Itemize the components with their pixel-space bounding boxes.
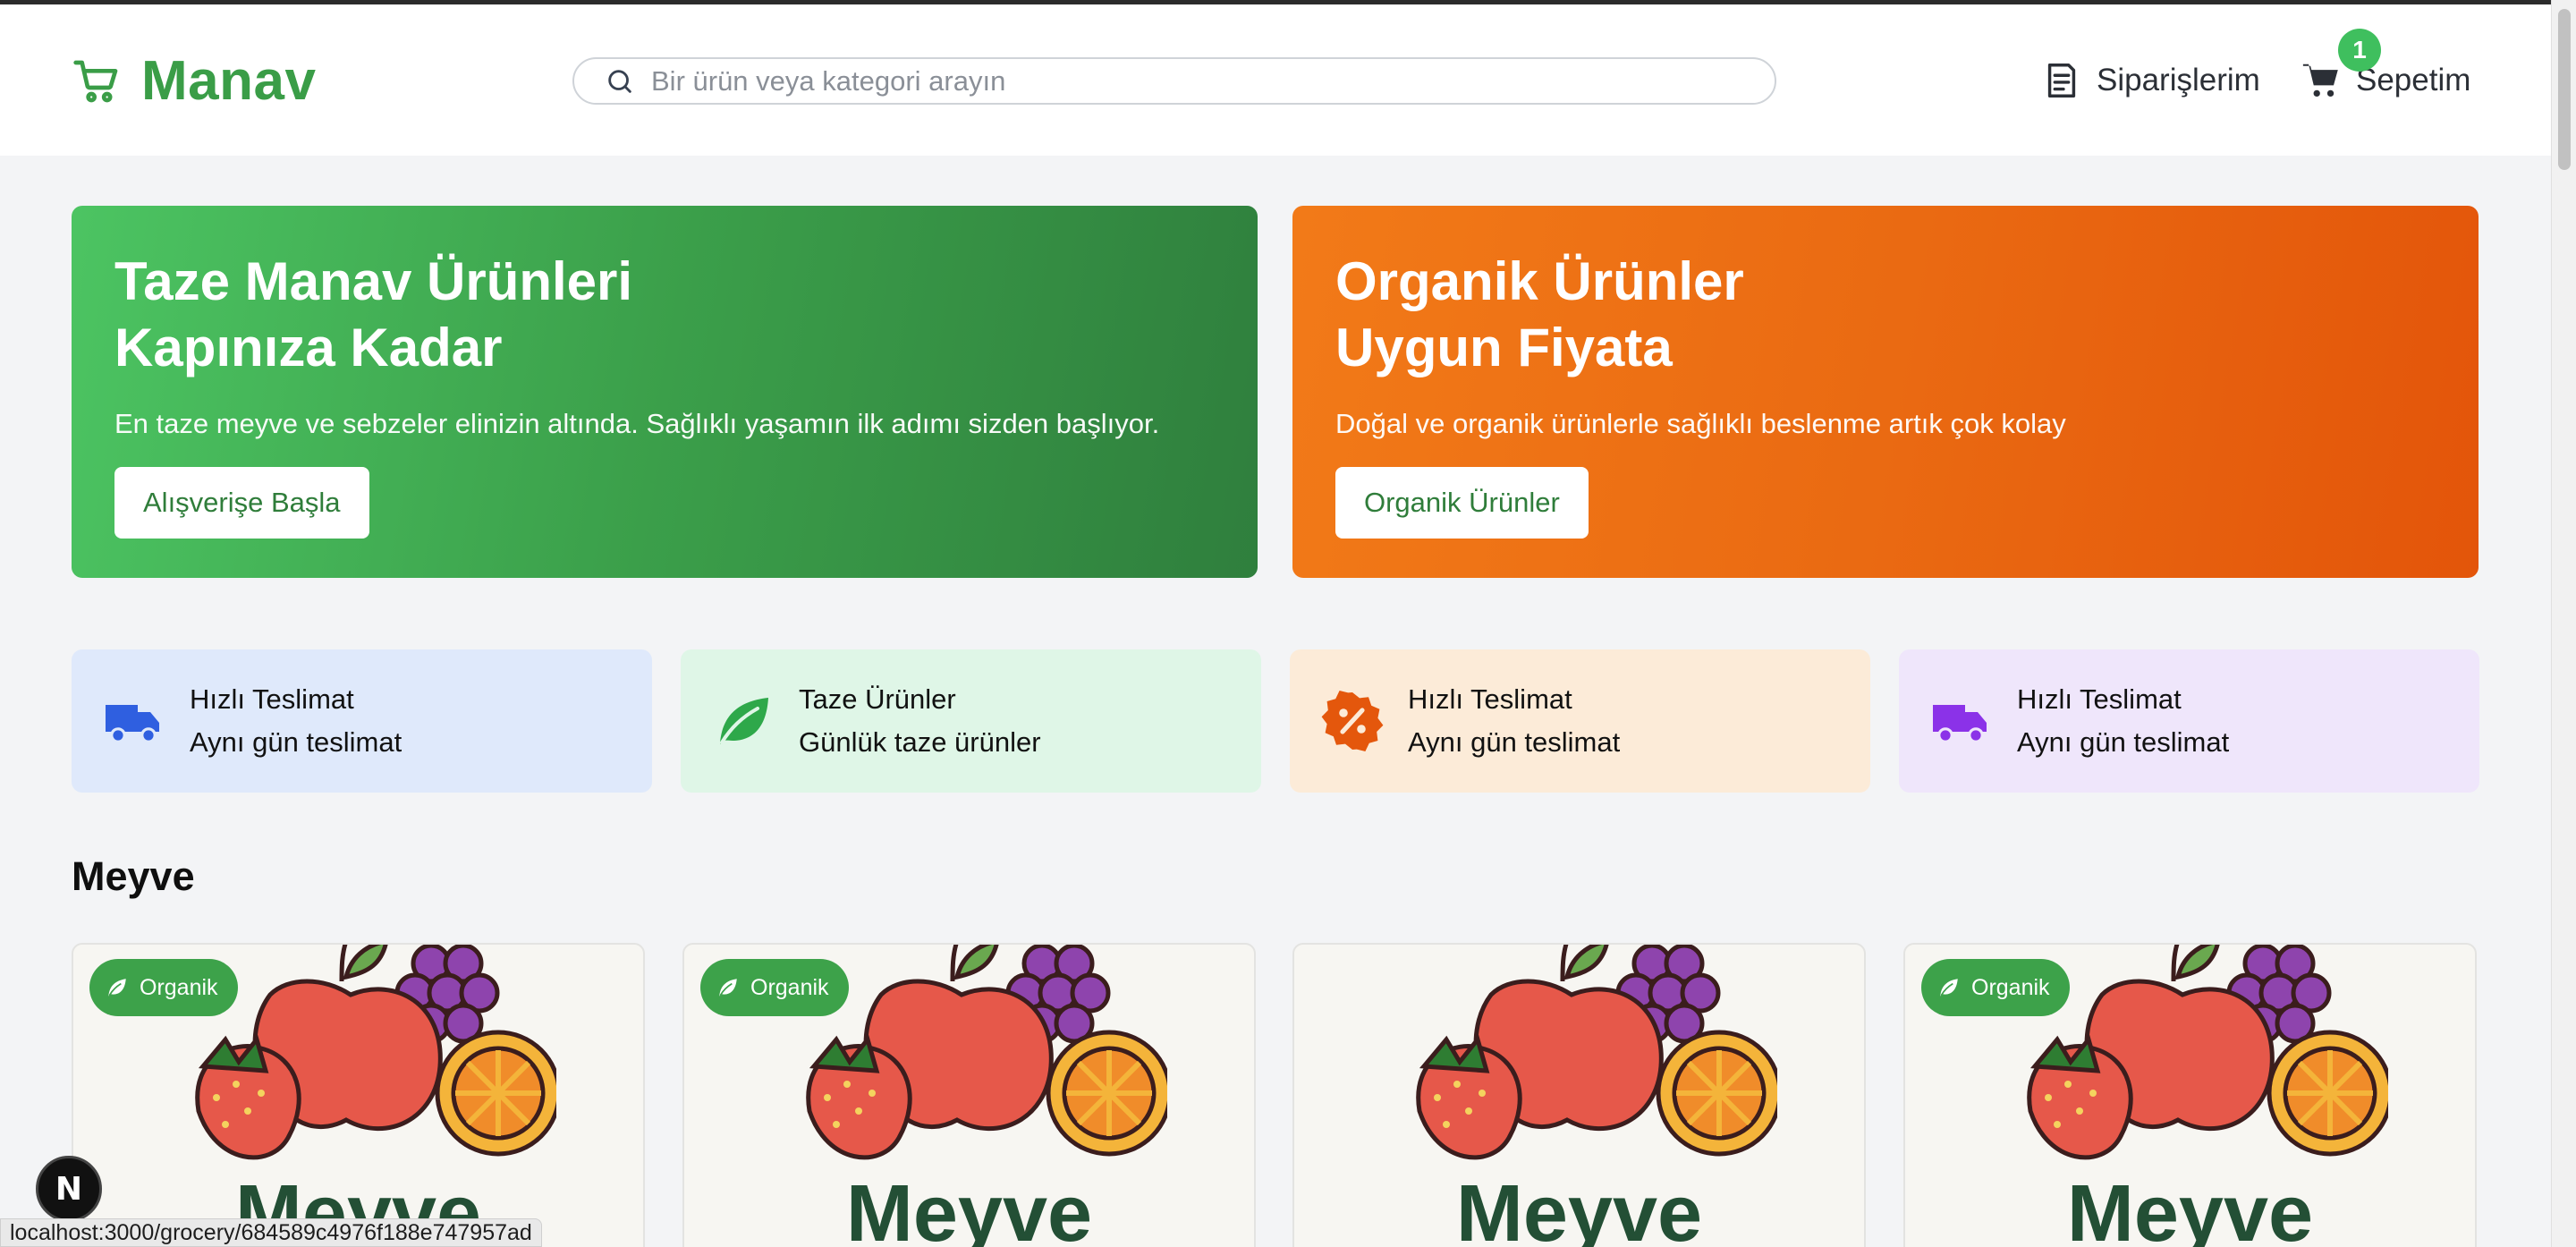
feature-subtitle: Aynı gün teslimat xyxy=(190,726,402,758)
product-category: Meyve xyxy=(1455,1169,1703,1247)
start-shopping-button[interactable]: Alışverişe Başla xyxy=(114,467,369,539)
product-card[interactable]: Organik Meyve xyxy=(72,943,645,1247)
feature-card-fresh-products: Taze Ürünler Günlük taze ürünler xyxy=(681,649,1261,793)
nextjs-devtools-button[interactable]: N xyxy=(36,1156,102,1222)
feature-title: Hızlı Teslimat xyxy=(190,683,354,715)
orders-label: Siparişlerim xyxy=(2097,63,2260,98)
cart-label: Sepetim xyxy=(2356,63,2471,98)
vertical-scrollbar[interactable] xyxy=(2551,0,2576,1247)
product-card[interactable]: Organik Meyve xyxy=(1903,943,2477,1247)
leaf-icon xyxy=(108,979,126,997)
feature-title: Hızlı Teslimat xyxy=(1408,683,1572,715)
product-category: Meyve xyxy=(2066,1169,2314,1247)
scrollbar-thumb[interactable] xyxy=(2558,9,2571,170)
organic-badge: Organik xyxy=(1921,959,2070,1016)
product-category: Meyve xyxy=(845,1169,1093,1247)
shopping-cart-icon xyxy=(72,56,122,106)
organic-badge-label: Organik xyxy=(140,974,218,1000)
hero-title-line2: Kapınıza Kadar xyxy=(114,318,503,377)
search-input[interactable] xyxy=(651,64,1724,98)
organic-badge-label: Organik xyxy=(750,974,829,1000)
truck-icon xyxy=(1929,689,1994,753)
section-title: Meyve xyxy=(72,853,195,899)
feature-title: Hızlı Teslimat xyxy=(2017,683,2182,715)
hero-title-line1: Organik Ürünler xyxy=(1335,251,1744,311)
truck-icon xyxy=(102,689,166,753)
hero-banner-organic: Organik Ürünler Uygun Fiyata Doğal ve or… xyxy=(1292,206,2479,578)
hero-description: Doğal ve organik ürünlerle sağlıklı besl… xyxy=(1335,408,2066,439)
site-header: Manav Siparişlerim Sepetim 1 xyxy=(0,4,2551,156)
organic-products-button[interactable]: Organik Ürünler xyxy=(1335,467,1589,539)
leaf-icon xyxy=(1940,979,1958,997)
feature-card-fast-delivery-2: Hızlı Teslimat Aynı gün teslimat xyxy=(1899,649,2479,793)
logo[interactable]: Manav xyxy=(72,49,316,113)
product-card[interactable]: Organik Meyve xyxy=(682,943,1256,1247)
product-card[interactable]: Meyve xyxy=(1292,943,1866,1247)
cart-link[interactable]: Sepetim xyxy=(2301,60,2470,101)
hero-title: Organik Ürünler Uygun Fiyata xyxy=(1335,249,2436,381)
hero-title: Taze Manav Ürünleri Kapınıza Kadar xyxy=(114,249,1215,381)
status-bar-url: localhost:3000/grocery/684589c4976f188e7… xyxy=(0,1218,542,1247)
cart-icon xyxy=(2302,64,2338,98)
feature-subtitle: Aynı gün teslimat xyxy=(2017,726,2230,758)
leaf-icon xyxy=(711,689,775,753)
organic-badge-label: Organik xyxy=(1971,974,2050,1000)
feature-card-fast-delivery: Hızlı Teslimat Aynı gün teslimat xyxy=(72,649,652,793)
organic-badge: Organik xyxy=(700,959,849,1016)
feature-subtitle: Günlük taze ürünler xyxy=(799,726,1041,758)
search-bar[interactable] xyxy=(572,57,1776,105)
hero-description: En taze meyve ve sebzeler elinizin altın… xyxy=(114,408,1160,439)
feature-subtitle: Aynı gün teslimat xyxy=(1408,726,1621,758)
hero-banner-fresh: Taze Manav Ürünleri Kapınıza Kadar En ta… xyxy=(72,206,1258,578)
feature-card-discount: Hızlı Teslimat Aynı gün teslimat xyxy=(1290,649,1870,793)
search-icon xyxy=(608,69,631,93)
feature-title: Taze Ürünler xyxy=(799,683,956,715)
receipt-icon xyxy=(2047,64,2076,98)
hero-title-line2: Uygun Fiyata xyxy=(1335,318,1673,377)
fruit-illustration xyxy=(1384,945,1777,1165)
hero-title-line1: Taze Manav Ürünleri xyxy=(114,251,633,311)
organic-badge: Organik xyxy=(89,959,238,1016)
cart-count-badge: 1 xyxy=(2338,29,2381,72)
orders-link[interactable]: Siparişlerim xyxy=(2041,60,2260,101)
leaf-icon xyxy=(719,979,737,997)
brand-name: Manav xyxy=(141,50,317,112)
discount-badge-icon xyxy=(1320,689,1385,753)
